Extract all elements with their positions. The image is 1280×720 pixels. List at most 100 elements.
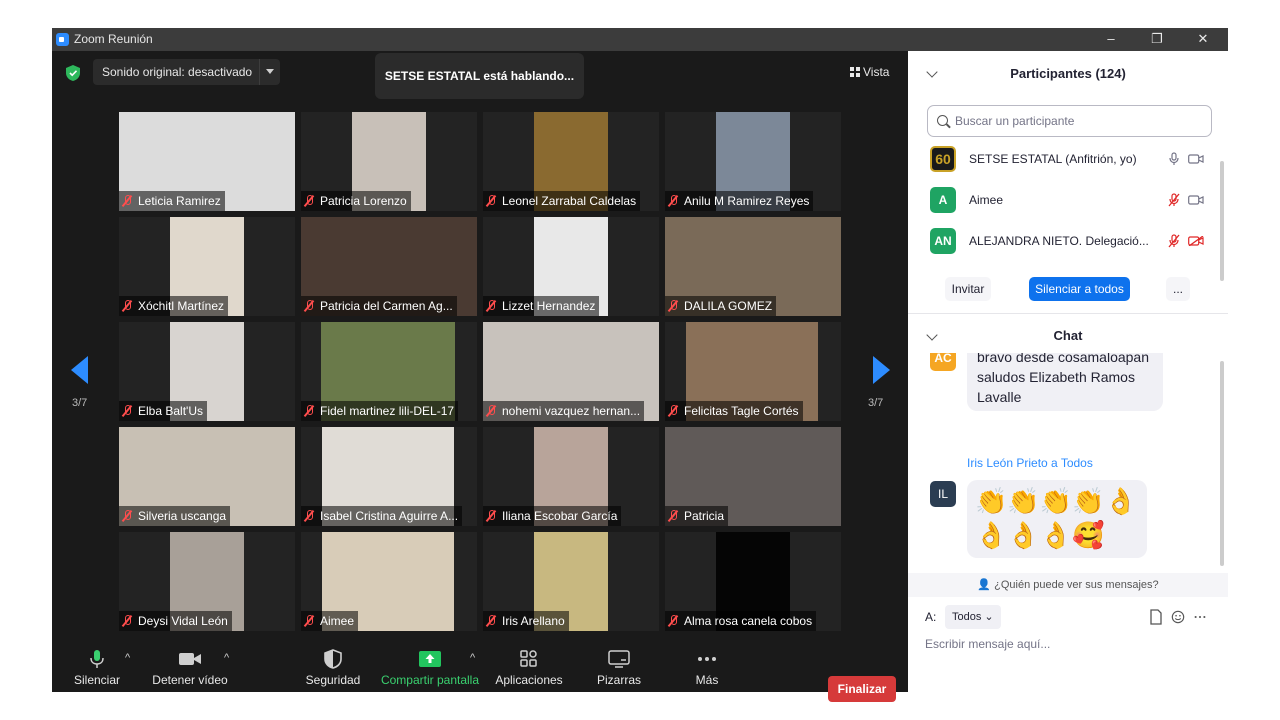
participant-name: Xóchitl Martínez (138, 299, 225, 313)
chat-message-input[interactable]: Escribir mensaje aquí... (925, 637, 1050, 651)
muted-mic-icon[interactable] (1168, 193, 1180, 207)
recipient-dropdown[interactable]: Todos ⌄ (945, 605, 1001, 629)
video-tile[interactable]: Iris Arellano (483, 532, 659, 631)
stop-video-button[interactable]: Detener vídeo (150, 641, 230, 692)
chat-avatar: AC (930, 353, 956, 371)
muted-mic-icon (668, 510, 678, 522)
side-panel: Participantes (124) Buscar un participan… (908, 51, 1228, 692)
chevron-down-icon[interactable] (266, 69, 274, 74)
participant-name: Iris Arellano (502, 614, 565, 628)
video-camera-icon[interactable] (1188, 154, 1204, 164)
end-meeting-button[interactable]: Finalizar (828, 676, 896, 702)
invite-button[interactable]: Invitar (945, 277, 991, 301)
video-tile[interactable]: Silveria uscanga (119, 427, 295, 526)
participant-name-label: Isabel Cristina Aguirre A... (301, 506, 463, 526)
recipient-row: A: Todos ⌄ (925, 605, 1215, 629)
encryption-shield-icon[interactable] (66, 65, 80, 81)
video-tile[interactable]: Patricia del Carmen Ag... (301, 217, 477, 316)
video-tile[interactable]: Fidel martinez lili-DEL-17 (301, 322, 477, 421)
emoji-icon[interactable] (1171, 609, 1185, 625)
chevron-down-icon: ⌄ (984, 611, 994, 623)
microphone-icon[interactable] (1168, 152, 1180, 166)
muted-mic-icon (304, 510, 314, 522)
grid-view-icon (850, 67, 860, 77)
page-indicator-left: 3/7 (72, 397, 88, 409)
video-tile[interactable]: Aimee (301, 532, 477, 631)
muted-mic-icon (486, 405, 496, 417)
muted-mic-icon (486, 510, 496, 522)
video-tile[interactable]: Felicitas Tagle Cortés (665, 322, 841, 421)
apps-label: Aplicaciones (495, 673, 563, 687)
view-label: Vista (863, 65, 890, 79)
participant-row[interactable]: AN ALEJANDRA NIETO. Delegació... (908, 221, 1218, 261)
video-tile[interactable]: Patricia Lorenzo (301, 112, 477, 211)
video-tile[interactable]: Alma rosa canela cobos (665, 532, 841, 631)
video-tile[interactable]: Xóchitl Martínez (119, 217, 295, 316)
security-button[interactable]: Seguridad (304, 641, 362, 692)
original-sound-toggle[interactable]: Sonido original: desactivado (93, 59, 280, 85)
stop-video-label: Detener vídeo (152, 673, 228, 687)
muted-mic-icon (486, 615, 496, 627)
muted-mic-icon (122, 615, 132, 627)
muted-mic-icon (122, 510, 132, 522)
participants-more-button[interactable]: ... (1166, 277, 1190, 301)
microphone-icon (90, 650, 104, 668)
video-tile[interactable]: DALILA GOMEZ (665, 217, 841, 316)
maximize-button[interactable]: ❐ (1134, 28, 1180, 51)
muted-mic-icon (122, 405, 132, 417)
participant-name: Patricia Lorenzo (320, 194, 407, 208)
chat-scrollbar[interactable] (1220, 361, 1224, 566)
who-can-see-label: ¿Quién puede ver sus mensajes? (994, 579, 1159, 591)
participant-name: Patricia (684, 509, 725, 523)
participant-row[interactable]: 60 SETSE ESTATAL (Anfitrión, yo) (908, 139, 1218, 179)
participant-name-label: Iliana Escobar García (483, 506, 622, 526)
participant-search-input[interactable]: Buscar un participante (927, 105, 1212, 137)
participant-name: Fidel martinez lili-DEL-17 (320, 404, 455, 418)
mute-button[interactable]: Silenciar (70, 641, 124, 692)
view-button[interactable]: Vista (850, 65, 889, 79)
video-tile[interactable]: Leonel Zarrabal Caldelas (483, 112, 659, 211)
participant-name-label: Patricia Lorenzo (301, 191, 411, 211)
video-tile[interactable]: Lizzet Hernandez (483, 217, 659, 316)
window-title: Zoom Reunión (74, 32, 153, 46)
video-options-caret-icon[interactable]: ^ (224, 652, 229, 664)
more-button[interactable]: Más (682, 641, 732, 692)
audio-options-caret-icon[interactable]: ^ (125, 652, 130, 664)
video-tile[interactable]: Leticia Ramirez (119, 112, 295, 211)
title-bar: Zoom Reunión – ❐ ✕ (52, 28, 1228, 51)
next-page-arrow[interactable] (873, 356, 890, 384)
mute-label: Silenciar (73, 673, 121, 687)
video-tile[interactable]: Patricia (665, 427, 841, 526)
video-tile[interactable]: Anilu M Ramirez Reyes (665, 112, 841, 211)
participant-row[interactable]: A Aimee (908, 180, 1218, 220)
mute-all-button[interactable]: Silenciar a todos (1029, 277, 1130, 301)
close-button[interactable]: ✕ (1180, 28, 1226, 51)
previous-page-arrow[interactable] (71, 356, 88, 384)
video-camera-icon[interactable] (1188, 195, 1204, 205)
participants-scrollbar[interactable] (1220, 161, 1224, 281)
share-screen-button[interactable]: Compartir pantalla (378, 641, 482, 692)
video-off-icon[interactable] (1188, 236, 1204, 246)
participant-name-label: Felicitas Tagle Cortés (665, 401, 803, 421)
muted-mic-icon (668, 405, 678, 417)
participant-name: nohemi vazquez hernan... (502, 404, 641, 418)
video-tile[interactable]: nohemi vazquez hernan... (483, 322, 659, 421)
participant-name-label: Leonel Zarrabal Caldelas (483, 191, 641, 211)
apps-button[interactable]: Aplicaciones (492, 641, 566, 692)
video-tile[interactable]: Isabel Cristina Aguirre A... (301, 427, 477, 526)
video-tile[interactable]: Deysi Vidal León (119, 532, 295, 631)
minimize-button[interactable]: – (1088, 28, 1134, 51)
chat-text-line: saludos Elizabeth Ramos (977, 369, 1135, 385)
file-icon[interactable] (1149, 609, 1163, 625)
whiteboards-button[interactable]: Pizarras (592, 641, 646, 692)
muted-mic-icon[interactable] (1168, 234, 1180, 248)
chat-text-line: Lavalle (977, 389, 1022, 405)
more-dots-icon[interactable] (1193, 609, 1207, 625)
muted-mic-icon (486, 300, 496, 312)
share-options-caret-icon[interactable]: ^ (470, 652, 475, 664)
video-tile[interactable]: Elba Balt'Us (119, 322, 295, 421)
video-tile[interactable]: Iliana Escobar García (483, 427, 659, 526)
participant-name: Anilu M Ramirez Reyes (684, 194, 810, 208)
emoji-row: 👌👌👌🥰 (975, 520, 1105, 550)
who-can-see-messages-link[interactable]: 👤 ¿Quién puede ver sus mensajes? (908, 573, 1228, 597)
